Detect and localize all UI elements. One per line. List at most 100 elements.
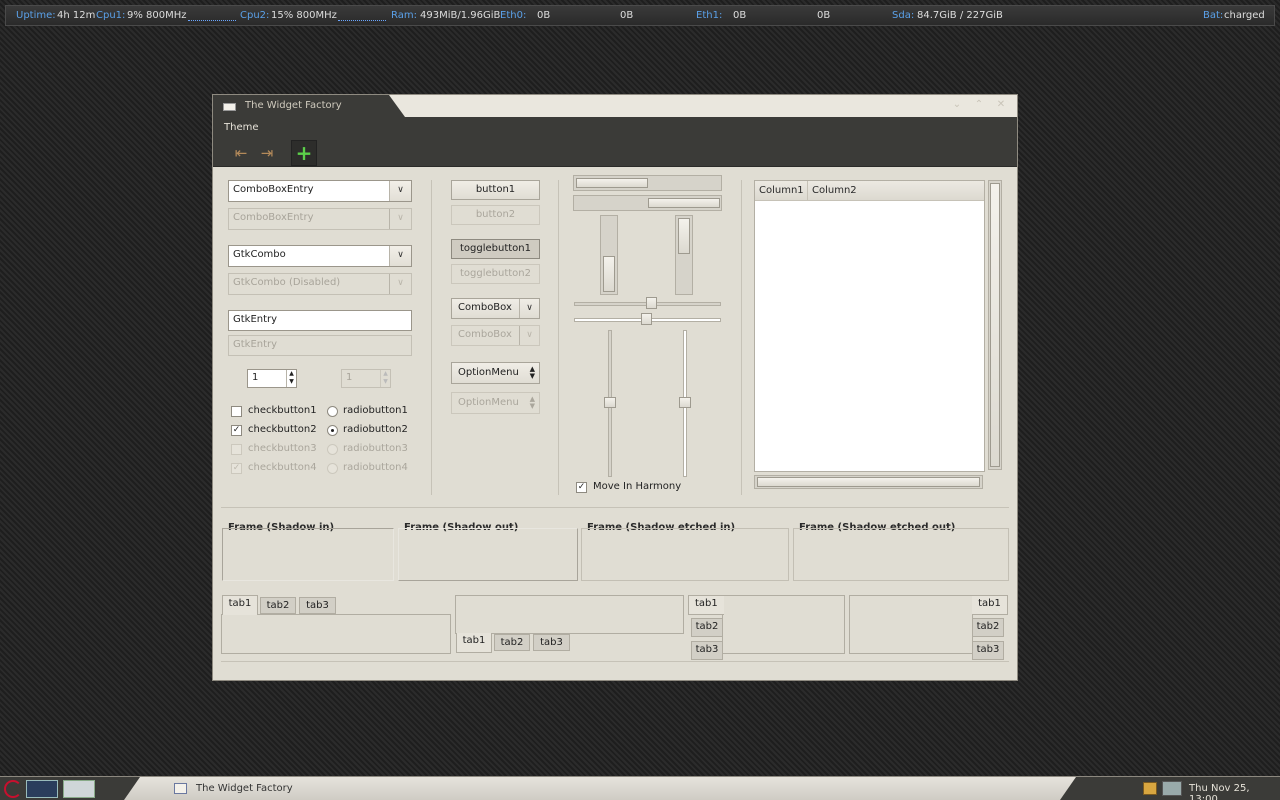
- forward-arrow-icon[interactable]: ⇥: [255, 142, 279, 164]
- radio-4: [327, 463, 338, 474]
- cpu1-value: 9% 800MHz: [127, 10, 187, 21]
- plus-icon[interactable]: +: [291, 140, 317, 166]
- notebook-top-page: [221, 614, 451, 654]
- radio-3: [327, 444, 338, 455]
- cpu2-value: 15% 800MHz: [271, 10, 337, 21]
- network-icon[interactable]: [1162, 781, 1182, 796]
- back-arrow-icon[interactable]: ⇤: [229, 142, 253, 164]
- hslider-2-handle[interactable]: [641, 313, 652, 325]
- spin-arrows-icon: ▲ ▼: [380, 370, 390, 387]
- notebook-left-tab-1[interactable]: tab1: [688, 595, 724, 615]
- vslider-1-handle[interactable]: [604, 397, 616, 408]
- radio-1[interactable]: [327, 406, 338, 417]
- option-menu[interactable]: OptionMenu ▲ ▼: [451, 362, 540, 384]
- combobox[interactable]: ComboBox ∨: [451, 298, 540, 319]
- cpu1-label: Cpu1:: [96, 10, 126, 21]
- radio-2[interactable]: [327, 425, 338, 436]
- column-2-header[interactable]: Column2: [812, 185, 857, 196]
- eth1-up: 0B: [817, 10, 831, 21]
- notebook-bottom-tab-2[interactable]: tab2: [494, 634, 530, 651]
- debian-swirl-icon[interactable]: [4, 780, 22, 798]
- vertical-scrollbar-thumb[interactable]: [990, 183, 1000, 467]
- folder-icon[interactable]: [1143, 782, 1157, 795]
- combobox-entry[interactable]: ComboBoxEntry ∨: [228, 180, 412, 202]
- checkbox-2[interactable]: ✓: [231, 425, 242, 436]
- progress-bar-v2-fill: [678, 218, 690, 254]
- button-1[interactable]: button1: [451, 180, 540, 200]
- maximize-icon[interactable]: ⌃: [972, 98, 986, 112]
- column-1-header[interactable]: Column1: [759, 185, 804, 196]
- spin-disabled-value: 1: [346, 372, 353, 383]
- close-icon[interactable]: ✕: [994, 98, 1008, 112]
- chevron-down-icon[interactable]: ∨: [389, 181, 411, 201]
- gtk-combo[interactable]: GtkCombo ∨: [228, 245, 412, 267]
- bat-label: Bat:: [1203, 10, 1224, 21]
- notebook-left-page: [722, 595, 845, 654]
- frame-shadow-out: [398, 528, 578, 581]
- chevron-down-icon: ∨: [519, 326, 539, 345]
- notebook-left-tab-3[interactable]: tab3: [691, 641, 723, 660]
- notebook-bottom-tab-3[interactable]: tab3: [533, 634, 570, 651]
- horizontal-scrollbar-thumb[interactable]: [757, 477, 980, 487]
- eth1-label: Eth1:: [696, 10, 723, 21]
- notebook-right-tab-3[interactable]: tab3: [972, 641, 1004, 660]
- vertical-scrollbar[interactable]: [988, 180, 1002, 470]
- checkbox-3: [231, 444, 242, 455]
- window-icon: [223, 103, 236, 111]
- sda-value: 84.7GiB / 227GiB: [917, 10, 1003, 21]
- radiobutton-3-label: radiobutton3: [343, 443, 408, 454]
- gtk-entry[interactable]: GtkEntry: [228, 310, 412, 331]
- tree-view[interactable]: Column1 Column2: [754, 180, 985, 472]
- menu-theme[interactable]: Theme: [224, 120, 259, 135]
- taskbar-task-title[interactable]: The Widget Factory: [196, 783, 293, 794]
- chevron-down-icon: ∨: [389, 274, 411, 294]
- window-title: The Widget Factory: [245, 100, 342, 111]
- minimize-icon[interactable]: ⌄: [950, 98, 964, 112]
- combobox-disabled: ComboBox ∨: [451, 325, 540, 346]
- separator: [221, 661, 1009, 662]
- spin-button-disabled: 1 ▲ ▼: [341, 369, 391, 388]
- radiobutton-1-label: radiobutton1: [343, 405, 408, 416]
- progress-bar-h1-fill: [576, 178, 648, 188]
- notebook-right-tab-1[interactable]: tab1: [972, 595, 1008, 615]
- vslider-2-handle[interactable]: [679, 397, 691, 408]
- ram-label: Ram:: [391, 10, 417, 21]
- harmony-checkbox[interactable]: ✓: [576, 482, 587, 493]
- togglebutton-1[interactable]: togglebutton1: [451, 239, 540, 259]
- pager-workspace-1[interactable]: [26, 780, 58, 798]
- frame-etched-in: [581, 528, 789, 581]
- spin-arrows-icon[interactable]: ▲ ▼: [286, 370, 296, 387]
- combobox-entry-text: ComboBoxEntry: [233, 184, 314, 195]
- progress-bar-h2-fill: [648, 198, 720, 208]
- sda-label: Sda:: [892, 10, 915, 21]
- pager-workspace-2[interactable]: [63, 780, 95, 798]
- combobox-disabled-label: ComboBox: [458, 329, 512, 340]
- notebook-top-tab-1[interactable]: tab1: [222, 595, 258, 615]
- separator: [221, 507, 1009, 508]
- notebook-left-tab-2[interactable]: tab2: [691, 618, 723, 637]
- updown-icon: ▲ ▼: [529, 395, 535, 410]
- horizontal-scrollbar[interactable]: [754, 475, 983, 489]
- ram-value: 493MiB/1.96GiB: [420, 10, 501, 21]
- notebook-right-tab-2[interactable]: tab2: [972, 618, 1004, 637]
- checkbox-4: ✓: [231, 463, 242, 474]
- chevron-down-icon[interactable]: ∨: [519, 299, 539, 318]
- notebook-bottom-tab-1[interactable]: tab1: [456, 633, 492, 653]
- notebook-top-tab-3[interactable]: tab3: [299, 597, 336, 614]
- clock[interactable]: Thu Nov 25, 13:00: [1189, 783, 1280, 800]
- cpu2-graph: [338, 19, 386, 21]
- notebook-top-tab-2[interactable]: tab2: [260, 597, 296, 614]
- checkbutton-2-label: checkbutton2: [248, 424, 317, 435]
- combobox-entry-disabled: ComboBoxEntry ∨: [228, 208, 412, 230]
- spin-value: 1: [252, 372, 259, 383]
- column-divider: [807, 181, 808, 201]
- eth1-down: 0B: [733, 10, 747, 21]
- checkbox-1[interactable]: [231, 406, 242, 417]
- window-icon: [174, 783, 187, 794]
- taskbar: The Widget Factory Thu Nov 25, 13:00: [0, 776, 1280, 800]
- hslider-1-handle[interactable]: [646, 297, 657, 309]
- spin-button[interactable]: 1 ▲ ▼: [247, 369, 297, 388]
- separator: [431, 180, 432, 495]
- title-bar[interactable]: The Widget Factory ⌄ ⌃ ✕: [213, 95, 1017, 117]
- chevron-down-icon[interactable]: ∨: [389, 246, 411, 266]
